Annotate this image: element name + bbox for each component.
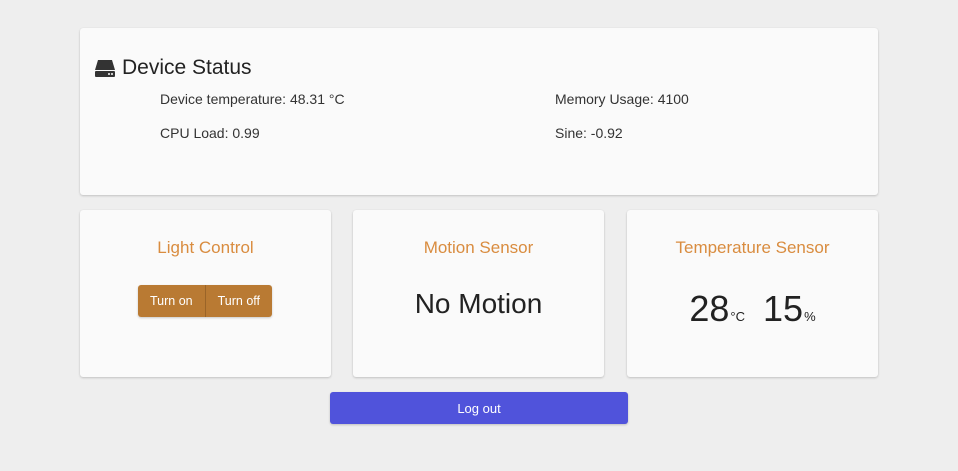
temperature-sensor-title: Temperature Sensor [675, 238, 830, 257]
humidity-value: 15 [763, 288, 804, 329]
light-button-group: Turn on Turn off [138, 285, 273, 317]
turn-on-button[interactable]: Turn on [138, 285, 205, 317]
temperature-unit: °C [730, 309, 746, 324]
device-status-title: Device Status [122, 56, 252, 79]
light-control-title: Light Control [157, 238, 254, 257]
temperature-sensor-card: Temperature Sensor 28°C 15% [627, 210, 878, 377]
humidity-unit: % [804, 309, 816, 324]
motion-status: No Motion [414, 288, 543, 319]
logout-button[interactable]: Log out [330, 392, 628, 424]
motion-sensor-title: Motion Sensor [423, 238, 534, 257]
memory-usage: Memory Usage: 4100 [555, 91, 689, 107]
cpu-load: CPU Load: 0.99 [160, 125, 260, 141]
hard-drive-icon [94, 57, 116, 79]
light-control-card: Light Control Turn on Turn off [80, 210, 331, 377]
sine-value: Sine: -0.92 [555, 125, 623, 141]
motion-sensor-card: Motion Sensor No Motion [353, 210, 604, 377]
device-status-header: Device Status [94, 56, 252, 80]
device-temperature: Device temperature: 48.31 °C [160, 91, 345, 107]
device-status-card: Device Status Device temperature: 48.31 … [80, 28, 878, 195]
temperature-value: 28 [689, 288, 730, 329]
sensor-readings: 28°C 15% [627, 288, 878, 330]
turn-off-button[interactable]: Turn off [204, 285, 273, 317]
